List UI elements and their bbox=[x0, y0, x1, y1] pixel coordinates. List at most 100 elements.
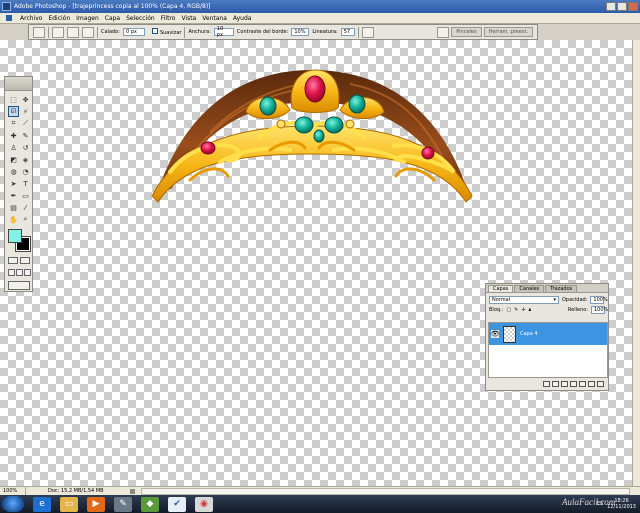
suavizar-option[interactable]: Suavizar bbox=[151, 28, 181, 36]
eyedropper-tool-icon[interactable]: ⁄ bbox=[20, 202, 31, 213]
path-selection-icon[interactable]: ➤ bbox=[8, 178, 19, 189]
suavizar-checkbox[interactable] bbox=[151, 28, 158, 34]
lock-image-icon[interactable]: ✎ bbox=[514, 307, 518, 313]
photo-viewer-icon[interactable]: ✔ bbox=[168, 496, 186, 512]
well-tab-herram-preest[interactable]: Herram. preest. bbox=[483, 26, 533, 37]
menu-imagen[interactable]: Imagen bbox=[76, 15, 99, 22]
move-tool-icon[interactable]: ✥ bbox=[20, 94, 31, 105]
menu-filtro[interactable]: Filtro bbox=[161, 15, 176, 22]
delete-layer-icon[interactable] bbox=[597, 380, 604, 387]
healing-brush-icon[interactable]: ✚ bbox=[8, 130, 19, 141]
adjustment-layer-icon[interactable] bbox=[570, 380, 577, 387]
eye-icon[interactable]: 👁︎ bbox=[491, 330, 499, 338]
marquee-tool-icon[interactable]: ⬚ bbox=[8, 94, 19, 105]
type-tool-icon[interactable]: T bbox=[20, 178, 31, 189]
tool-grid: ⬚ ✥ ᘏ ⚡ ⌗ ⟋ ✚ ✎ ♙ ↺ ◩ ◈ ◍ ◔ ➤ T ✒ ▭ ▤ ⁄ … bbox=[5, 91, 32, 225]
lasso-tool-icon[interactable]: ᘏ bbox=[8, 106, 19, 117]
tools-palette-header[interactable] bbox=[5, 77, 32, 91]
brush-tool-icon[interactable]: ✎ bbox=[20, 130, 31, 141]
menu-capa[interactable]: Capa bbox=[105, 15, 120, 22]
menu-ventana[interactable]: Ventana bbox=[202, 15, 227, 22]
palette-well-icon[interactable] bbox=[437, 26, 450, 38]
contraste-input[interactable]: 10% bbox=[291, 28, 310, 36]
layer-list: 👁︎ Capa 4 bbox=[488, 322, 608, 378]
tab-capas[interactable]: Capas bbox=[488, 285, 514, 292]
internet-explorer-icon[interactable]: e bbox=[33, 496, 51, 512]
opacity-input[interactable]: 100% bbox=[590, 296, 608, 304]
quick-mask-button[interactable] bbox=[20, 257, 30, 264]
calado-input[interactable]: 0 px bbox=[122, 28, 145, 36]
new-layer-icon[interactable] bbox=[588, 380, 595, 387]
magic-wand-tool-icon[interactable]: ⚡ bbox=[20, 106, 31, 117]
lineatura-label: Lineatura: bbox=[312, 29, 338, 35]
hand-tool-icon[interactable]: ✋ bbox=[8, 214, 19, 225]
blur-tool-icon[interactable]: ◍ bbox=[8, 166, 19, 177]
ruby-gem-right bbox=[421, 146, 435, 160]
center-ruby-gem bbox=[304, 75, 326, 103]
maximize-button[interactable] bbox=[617, 2, 627, 11]
tools-palette: ⬚ ✥ ᘏ ⚡ ⌗ ⟋ ✚ ✎ ♙ ↺ ◩ ◈ ◍ ◔ ➤ T ✒ ▭ ▤ ⁄ … bbox=[4, 76, 33, 292]
status-bar: 100% Doc: 15,2 MB/1,54 MB bbox=[0, 486, 640, 495]
blend-mode-select[interactable]: Normal ▾ bbox=[489, 296, 559, 304]
fill-input[interactable]: 100% bbox=[591, 306, 608, 314]
lock-position-icon[interactable]: ✛ bbox=[521, 307, 525, 313]
new-selection-button[interactable] bbox=[52, 26, 64, 38]
subtract-selection-button[interactable] bbox=[82, 26, 94, 38]
layer-mask-icon[interactable] bbox=[561, 380, 568, 387]
lock-all-icon[interactable]: 🔒︎ bbox=[528, 307, 531, 313]
tool-preset-picker[interactable] bbox=[33, 26, 45, 38]
notes-tool-icon[interactable]: ▤ bbox=[8, 202, 19, 213]
tab-canales[interactable]: Canales bbox=[514, 285, 545, 292]
foreground-color-swatch[interactable] bbox=[8, 229, 22, 243]
tab-trazados[interactable]: Trazados bbox=[545, 285, 578, 292]
lineatura-input[interactable]: 57 bbox=[340, 28, 355, 36]
menu-vista[interactable]: Vista bbox=[181, 15, 196, 22]
opacity-label: Opacidad: bbox=[562, 297, 588, 303]
well-tab-pinceles[interactable]: Pinceles bbox=[451, 26, 482, 37]
lock-transparency-icon[interactable]: ▢ bbox=[506, 307, 511, 313]
slice-tool-icon[interactable]: ⟋ bbox=[20, 118, 31, 129]
anchura-input[interactable]: 10 px bbox=[213, 26, 234, 38]
link-layers-icon[interactable] bbox=[543, 380, 550, 387]
vertical-scrollbar[interactable] bbox=[632, 40, 640, 486]
status-menu-arrow-icon[interactable] bbox=[130, 488, 135, 494]
paint-app-icon[interactable]: ✎ bbox=[114, 496, 132, 512]
history-brush-icon[interactable]: ↺ bbox=[20, 142, 31, 153]
paint-bucket-icon[interactable]: ◈ bbox=[20, 154, 31, 165]
menu-archivo[interactable]: Archivo bbox=[20, 15, 42, 22]
minimize-button[interactable] bbox=[606, 2, 616, 11]
standard-mode-button[interactable] bbox=[8, 257, 18, 264]
layers-palette-tabs: Capas Canales Trazados bbox=[486, 284, 608, 293]
divider bbox=[48, 26, 49, 38]
screen-mode-full-button[interactable] bbox=[24, 269, 31, 276]
shape-tool-icon[interactable]: ▭ bbox=[20, 190, 31, 201]
screen-mode-menu-button[interactable] bbox=[16, 269, 23, 276]
menu-seleccion[interactable]: Selección bbox=[126, 15, 155, 22]
fill-label: Relleno: bbox=[567, 307, 588, 313]
zoom-tool-icon[interactable]: ⌕ bbox=[20, 214, 31, 225]
document-icon[interactable] bbox=[6, 15, 12, 21]
close-button[interactable] bbox=[628, 2, 638, 11]
horizontal-scrollbar[interactable] bbox=[141, 487, 630, 495]
palette-well: Pinceles Herram. preest. bbox=[437, 26, 533, 38]
menu-edicion[interactable]: Edición bbox=[48, 15, 70, 22]
clone-stamp-icon[interactable]: ♙ bbox=[8, 142, 19, 153]
crop-tool-icon[interactable]: ⌗ bbox=[8, 118, 19, 129]
pen-tool-icon[interactable]: ✒ bbox=[8, 190, 19, 201]
file-explorer-icon[interactable]: ▭ bbox=[60, 496, 78, 512]
menu-ayuda[interactable]: Ayuda bbox=[233, 15, 252, 22]
media-player-icon[interactable]: ▶ bbox=[87, 496, 105, 512]
eraser-tool-icon[interactable]: ◩ bbox=[8, 154, 19, 165]
dodge-tool-icon[interactable]: ◔ bbox=[20, 166, 31, 177]
zoom-level[interactable]: 100% bbox=[0, 487, 26, 495]
layer-style-icon[interactable] bbox=[552, 380, 559, 387]
add-selection-button[interactable] bbox=[67, 26, 79, 38]
start-button[interactable] bbox=[2, 496, 24, 512]
chrome-icon[interactable]: ◉ bbox=[195, 496, 213, 512]
layer-row[interactable]: 👁︎ Capa 4 bbox=[489, 323, 607, 345]
stylus-pressure-button[interactable] bbox=[361, 26, 374, 38]
new-group-icon[interactable] bbox=[579, 380, 586, 387]
screen-mode-standard-button[interactable] bbox=[8, 269, 15, 276]
jump-to-imageready-button[interactable] bbox=[8, 281, 30, 290]
network-app-icon[interactable]: ◆ bbox=[141, 496, 159, 512]
